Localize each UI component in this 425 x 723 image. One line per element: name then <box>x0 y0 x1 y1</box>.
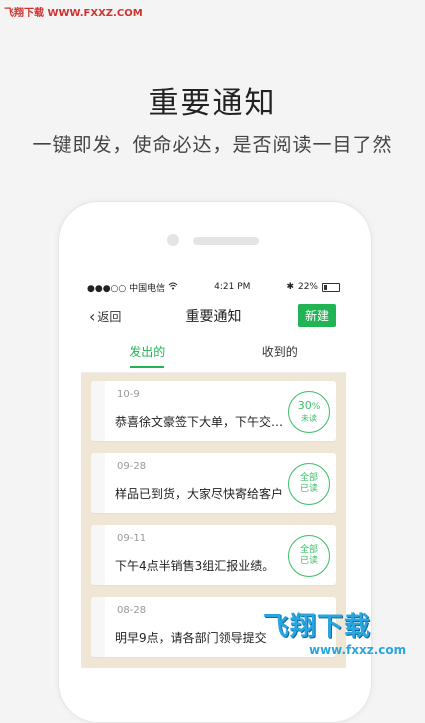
badge-status: 未读 <box>301 414 317 423</box>
watermark-logo-text: 飞翔下载 <box>263 612 372 642</box>
item-text: 恭喜徐文豪签下大单，下午交… <box>115 415 284 429</box>
carrier-label: ●●●○○ 中国电信 <box>87 283 166 294</box>
back-button[interactable]: ‹ 返回 <box>89 307 121 326</box>
card-stripe <box>91 597 105 657</box>
tab-bar: 发出的 收到的 <box>81 336 346 373</box>
item-date: 08-28 <box>117 605 147 616</box>
camera-icon <box>167 234 179 246</box>
badge-status: 已读 <box>299 484 318 494</box>
badge-unit: % <box>311 402 321 412</box>
item-text: 明早9点，请各部门领导提交 <box>115 631 267 645</box>
read-status-badge: 全部 已读 <box>288 535 330 577</box>
badge-status: 已读 <box>299 556 318 566</box>
back-label: 返回 <box>97 309 122 324</box>
list-item[interactable]: 09-11 下午4点半销售3组汇报业绩。 全部 已读 <box>91 525 336 585</box>
item-date: 09-28 <box>117 461 147 472</box>
watermark-url: www.fxxz.com <box>309 643 407 657</box>
tab-received[interactable]: 收到的 <box>214 336 347 372</box>
watermark-logo: 飞翔下载 www.fxxz.com <box>263 606 425 664</box>
page-headline: 重要通知 <box>148 86 277 121</box>
item-date: 09-11 <box>117 533 147 544</box>
item-text: 下午4点半销售3组汇报业绩。 <box>115 559 275 573</box>
battery-label: 22% <box>297 282 318 292</box>
card-stripe <box>91 381 105 441</box>
item-text: 样品已到货，大家尽快寄给客户 <box>115 487 284 501</box>
badge-percent: 30 <box>297 399 312 412</box>
read-status-badge: 全部 已读 <box>288 463 330 505</box>
card-stripe <box>91 525 105 585</box>
status-bar: ●●●○○ 中国电信 4:21 PM ✱ 22% <box>81 278 346 296</box>
badge-top: 全部 <box>299 545 318 555</box>
wifi-icon <box>168 282 178 293</box>
read-status-badge: 30% 未读 <box>288 391 330 433</box>
new-button[interactable]: 新建 <box>297 304 336 327</box>
status-time: 4:21 PM <box>214 282 251 292</box>
card-stripe <box>91 453 105 513</box>
list-item[interactable]: 09-28 样品已到货，大家尽快寄给客户 全部 已读 <box>91 453 336 513</box>
bluetooth-icon: ✱ <box>286 282 294 292</box>
chevron-left-icon: ‹ <box>89 306 96 326</box>
badge-top: 全部 <box>299 473 318 483</box>
watermark-top: 飞翔下载 WWW.FXXZ.COM <box>4 8 143 19</box>
tab-sent[interactable]: 发出的 <box>81 336 214 372</box>
list-item[interactable]: 10-9 恭喜徐文豪签下大单，下午交… 30% 未读 <box>91 381 336 441</box>
nav-bar: ‹ 返回 重要通知 新建 <box>81 296 346 336</box>
battery-icon <box>322 282 340 292</box>
item-date: 10-9 <box>117 389 140 400</box>
speaker-icon <box>193 237 259 245</box>
page-subline: 一键即发，使命必达，是否阅读一目了然 <box>32 134 393 156</box>
